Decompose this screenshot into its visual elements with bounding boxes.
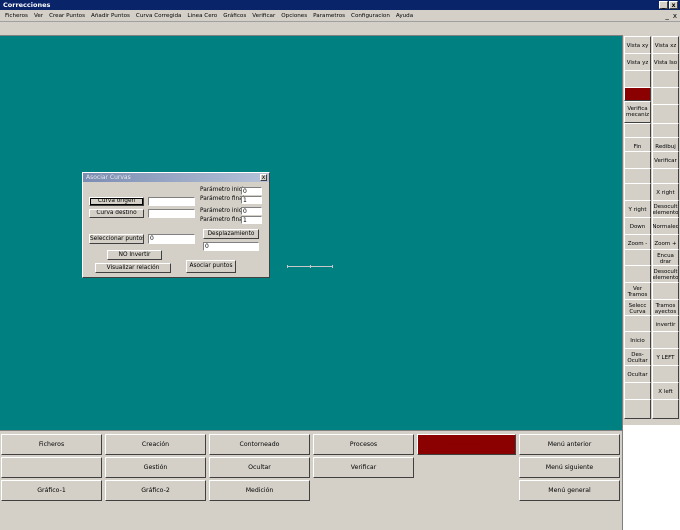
window-controls: _ x [659,0,678,10]
bottom-menu-panel: Ficheros Creación Contorneado Procesos V… [0,430,622,504]
ocultar-menu-button[interactable]: Ocultar [209,457,310,478]
doc-close-button[interactable]: x [673,12,677,20]
visualizar-relacion-button[interactable]: Visualizar relación [95,263,171,273]
curva-destino-button[interactable]: Curva destino [89,209,144,218]
gestion-menu-button[interactable]: Gestión [105,457,206,478]
verificacion-menu-button[interactable]: Verificación [417,434,516,455]
curva-origen-field[interactable] [148,197,195,206]
close-button[interactable]: x [669,1,678,9]
no-invertir-button[interactable]: NO Invertir [107,250,162,260]
status-area [622,425,680,530]
menu-ayuda[interactable]: Ayuda [393,13,416,19]
desplazamiento-field[interactable]: 0 [203,242,259,251]
dialog-title: Asociar Curvas [86,174,131,181]
menu-crear-puntos[interactable]: Crear Puntos [46,13,88,19]
menu-configuracion[interactable]: Configuracion [348,13,393,19]
param-final-2-field[interactable]: 1 [241,216,262,224]
desplazamiento-button[interactable]: Desplazamiento [203,229,259,239]
bottom-button-empty[interactable] [1,457,102,478]
grafico-1-button[interactable]: Gráfico-1 [1,480,102,501]
menu-ficheros[interactable]: Ficheros [2,13,31,19]
tool-button-empty[interactable] [624,399,651,419]
menu-verificar[interactable]: Verificar [249,13,278,19]
menu-curva-corregida[interactable]: Curva Corregida [133,13,185,19]
param-final-1-field[interactable]: 1 [241,196,262,204]
procesos-menu-button[interactable]: Procesos [313,434,414,455]
tool-button-empty[interactable] [652,104,679,124]
curva-destino-field[interactable] [148,209,195,218]
menu-linea-cero[interactable]: Linea Cero [184,13,220,19]
param-inicio-2-field[interactable]: 0 [241,207,262,215]
ficheros-menu-button[interactable]: Ficheros [1,434,102,455]
menu-ver[interactable]: Ver [31,13,46,19]
grafico-2-button[interactable]: Gráfico-2 [105,480,206,501]
verifica-mecaniz-button[interactable]: Verifica mecaniz [624,101,651,123]
window-title: Correcciones [3,1,51,9]
active-tool-button[interactable] [624,87,651,101]
asociar-puntos-button[interactable]: Asociar puntos [186,260,236,273]
dialog-titlebar: Asociar Curvas x [83,173,269,182]
menu-anadir-puntos[interactable]: Añadir Puntos [88,13,133,19]
right-tool-panel: Vista xy Vista xz Vista yz Vista Iso Ver… [622,35,680,425]
curve-point [287,265,288,268]
seleccionar-puntos-button[interactable]: Seleccionar puntos [89,234,144,244]
param-final-1-label: Parámetro final [200,196,245,202]
dialog-close-button[interactable]: x [260,174,267,181]
curva-origen-button[interactable]: Curva origen [89,197,144,206]
menu-parametros[interactable]: Parametros [310,13,348,19]
param-inicio-1-field[interactable]: 0 [241,187,262,195]
doc-minimize-button[interactable]: _ [665,12,669,20]
menu-siguiente-button[interactable]: Menú siguiente [519,457,620,478]
verificar-menu-button[interactable]: Verificar [313,457,414,478]
menu-opciones[interactable]: Opciones [278,13,310,19]
param-final-2-label: Parámetro final [200,217,245,223]
contorneado-menu-button[interactable]: Contorneado [209,434,310,455]
menu-general-button[interactable]: Menú general [519,480,620,501]
seleccionar-puntos-field[interactable]: 0 [148,234,195,244]
curve-point [310,265,311,268]
asociar-curvas-dialog: Asociar Curvas x Curva origen Curva dest… [82,172,270,278]
menu-anterior-button[interactable]: Menú anterior [519,434,620,455]
creacion-menu-button[interactable]: Creación [105,434,206,455]
medicion-button[interactable]: Medición [209,480,310,501]
window-titlebar: Correcciones _ x [0,0,680,10]
menu-window-controls: _ x [665,10,677,22]
minimize-button[interactable]: _ [659,1,668,9]
curve-point [332,265,333,268]
menu-bar: Ficheros Ver Crear Puntos Añadir Puntos … [0,10,680,22]
tool-button-empty[interactable] [652,399,679,419]
menu-graficos[interactable]: Gráficos [220,13,249,19]
